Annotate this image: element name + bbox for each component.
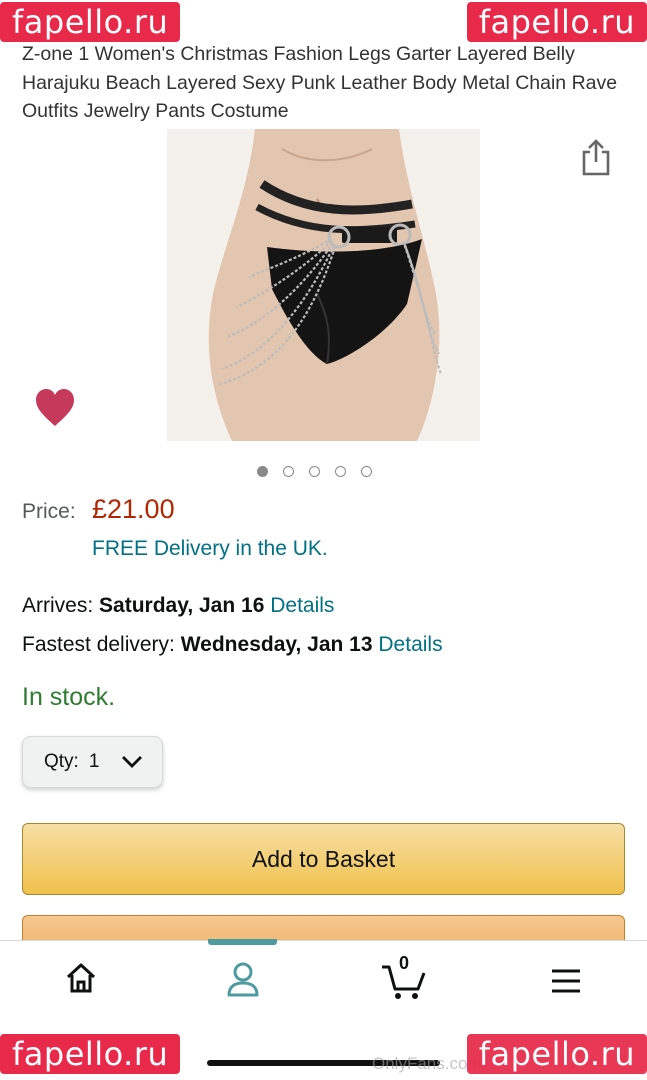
pagination-dot[interactable] [309,466,320,477]
nav-menu[interactable] [551,968,581,999]
watermark-bottom-left: fapello.ru [0,1034,181,1074]
nav-home[interactable] [64,961,98,1000]
nav-active-indicator [208,939,277,945]
quantity-label: Qty: [44,751,79,772]
menu-icon [552,969,580,993]
arrives-date: Saturday, Jan 16 [99,594,265,617]
onlyfans-watermark: OnlyFans.com [372,1054,482,1073]
heart-icon [36,389,74,426]
nav-account[interactable] [226,961,260,1002]
free-delivery-link[interactable]: FREE Delivery in the UK. [92,537,328,561]
arrives-row: Arrives: Saturday, Jan 16 Details [22,594,334,618]
pagination-dot[interactable] [361,466,372,477]
account-icon [227,962,259,997]
product-title: Z-one 1 Women's Christmas Fashion Legs G… [22,43,618,122]
share-button[interactable] [580,138,612,176]
stock-status: In stock. [22,683,116,711]
arrives-details-link[interactable]: Details [270,594,334,617]
product-image-illustration [167,129,480,441]
watermark-bottom-right: fapello.ru [466,1034,647,1074]
quantity-value: 1 [88,751,100,772]
bottom-navigation: 0 [0,939,647,1033]
home-icon [66,963,96,993]
share-icon [582,139,610,176]
watermark-top-left: fapello.ru [0,2,181,42]
arrives-label: Arrives: [22,594,94,617]
nav-cart[interactable]: 0 [380,953,428,1006]
fastest-details-link[interactable]: Details [378,633,442,656]
chevron-down-icon [122,756,142,768]
price-value: £21.00 [92,494,175,524]
add-to-basket-button[interactable]: Add to Basket [22,823,625,895]
pagination-dot[interactable] [257,466,268,477]
add-to-basket-label: Add to Basket [251,845,396,872]
image-pagination[interactable] [257,466,372,477]
price-label: Price: [22,500,76,523]
watermark-top-right: fapello.ru [466,2,647,42]
fastest-label: Fastest delivery: [22,633,175,656]
fastest-delivery-row: Fastest delivery: Wednesday, Jan 13 Deta… [22,633,443,657]
pagination-dot[interactable] [283,466,294,477]
fastest-date: Wednesday, Jan 13 [180,633,373,656]
favorite-button[interactable] [34,388,76,428]
product-image[interactable] [167,129,480,441]
cart-count: 0 [398,953,409,973]
pagination-dot[interactable] [335,466,346,477]
quantity-select[interactable]: Qty: 1 [22,736,163,788]
